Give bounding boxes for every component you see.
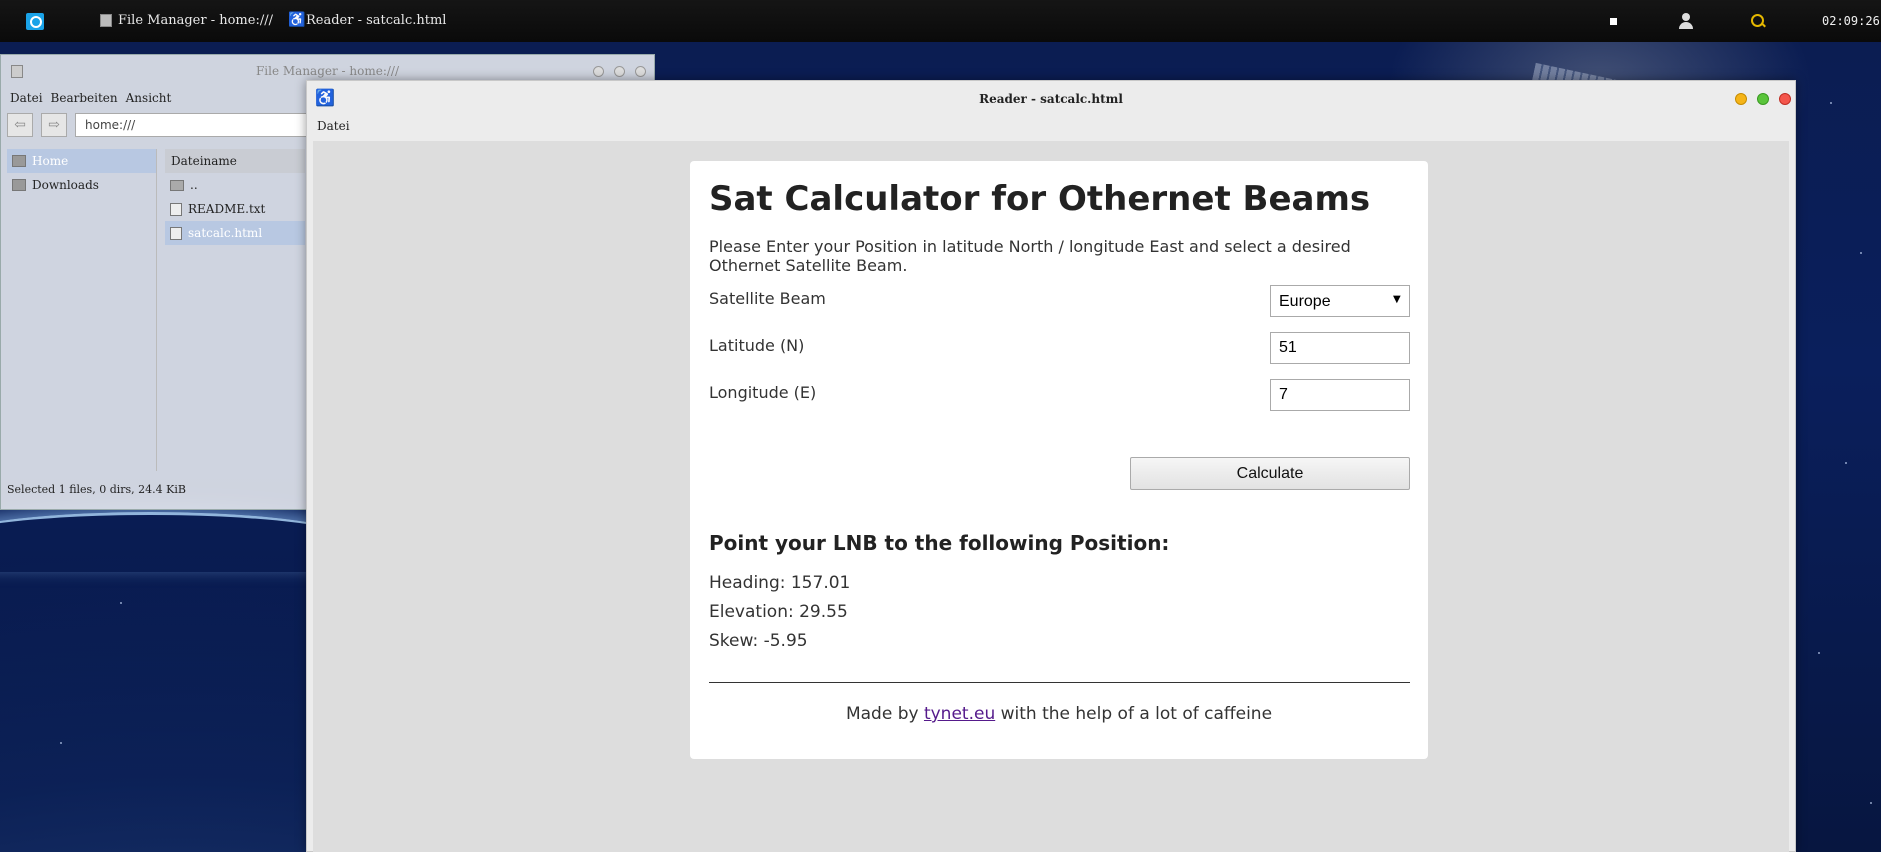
longitude-label: Longitude (E) (709, 383, 817, 402)
taskbar: File Manager - home:/// ♿ Reader - satca… (0, 0, 1881, 42)
file-manager-sidebar: Home Downloads (7, 149, 157, 471)
html-file-icon (170, 226, 182, 240)
reader-titlebar[interactable]: ♿ Reader - satcalc.html (307, 81, 1795, 117)
file-manager-icon (100, 14, 112, 27)
footer: Made by tynet.eu with the help of a lot … (690, 704, 1428, 724)
file-row[interactable]: .. (165, 173, 305, 197)
reader-app-icon: ♿ (315, 88, 335, 107)
window-title: File Manager - home:/// (255, 64, 400, 78)
file-manager-icon (11, 65, 23, 78)
longitude-input[interactable] (1270, 379, 1410, 411)
file-name: satcalc.html (188, 226, 263, 240)
heading-result: Heading: 157.01 (709, 573, 851, 593)
reader-app-icon: ♿ (288, 12, 306, 28)
latitude-input[interactable] (1270, 332, 1410, 364)
menu-ansicht[interactable]: Ansicht (126, 91, 172, 105)
divider (709, 682, 1410, 683)
footer-link[interactable]: tynet.eu (924, 704, 995, 724)
sidebar-item-label: Home (32, 154, 69, 168)
sidebar-item-label: Downloads (32, 178, 99, 192)
path-input[interactable]: home:/// (75, 113, 315, 137)
minimize-button[interactable] (593, 66, 604, 77)
beam-select[interactable]: Europe (1270, 285, 1410, 317)
reader-content: Sat Calculator for Othernet Beams Please… (313, 141, 1789, 852)
maximize-button[interactable] (614, 66, 625, 77)
back-arrow-icon[interactable]: ⇦ (7, 113, 33, 137)
taskbar-item-label: File Manager - home:/// (118, 13, 273, 28)
elevation-result: Elevation: 29.55 (709, 602, 848, 622)
close-button[interactable] (635, 66, 646, 77)
status-bar: Selected 1 files, 0 dirs, 24.4 KiB (7, 483, 186, 496)
sidebar-item-home[interactable]: Home (7, 149, 156, 173)
folder-icon (170, 179, 184, 191)
sidebar-item-downloads[interactable]: Downloads (7, 173, 156, 197)
minimize-button[interactable] (1735, 93, 1747, 105)
close-button[interactable] (1779, 93, 1791, 105)
home-folder-icon (12, 155, 26, 167)
clock: 02:09:26 (1822, 14, 1880, 28)
footer-suffix: with the help of a lot of caffeine (1000, 704, 1273, 724)
file-name: README.txt (188, 202, 266, 216)
skew-result: Skew: -5.95 (709, 631, 808, 651)
forward-arrow-icon[interactable]: ⇨ (41, 113, 67, 137)
taskbar-item-reader[interactable]: ♿ Reader - satcalc.html (288, 13, 446, 28)
text-file-icon (170, 202, 182, 216)
page-title: Sat Calculator for Othernet Beams (709, 179, 1371, 219)
result-heading: Point your LNB to the following Position… (709, 531, 1170, 555)
maximize-button[interactable] (1757, 93, 1769, 105)
menu-datei[interactable]: Datei (10, 91, 43, 105)
intro-text: Please Enter your Position in latitude N… (709, 237, 1351, 275)
file-row[interactable]: satcalc.html (165, 221, 305, 245)
tray-indicator-icon[interactable] (1610, 18, 1617, 25)
menu-datei[interactable]: Datei (317, 119, 350, 133)
menu-bearbeiten[interactable]: Bearbeiten (51, 91, 118, 105)
user-icon[interactable] (1678, 13, 1694, 29)
column-header-filename[interactable]: Dateiname (165, 149, 305, 173)
search-icon[interactable] (1750, 13, 1766, 29)
reader-menubar: Datei (307, 117, 1795, 139)
file-list: Dateiname .. README.txt satcalc.html (165, 149, 305, 471)
taskbar-item-file-manager[interactable]: File Manager - home:/// (100, 13, 273, 28)
downloads-folder-icon (12, 179, 26, 191)
calculate-button[interactable]: Calculate (1130, 457, 1410, 490)
file-row[interactable]: README.txt (165, 197, 305, 221)
calculator-card: Sat Calculator for Othernet Beams Please… (690, 161, 1428, 759)
latitude-label: Latitude (N) (709, 336, 805, 355)
footer-prefix: Made by (845, 704, 919, 724)
file-name: .. (190, 178, 198, 192)
beam-label: Satellite Beam (709, 289, 826, 308)
reader-window[interactable]: ♿ Reader - satcalc.html Datei Sat Calcul… (306, 80, 1796, 852)
taskbar-item-label: Reader - satcalc.html (306, 13, 447, 28)
start-menu-icon[interactable] (26, 13, 44, 30)
window-title: Reader - satcalc.html (979, 92, 1123, 106)
